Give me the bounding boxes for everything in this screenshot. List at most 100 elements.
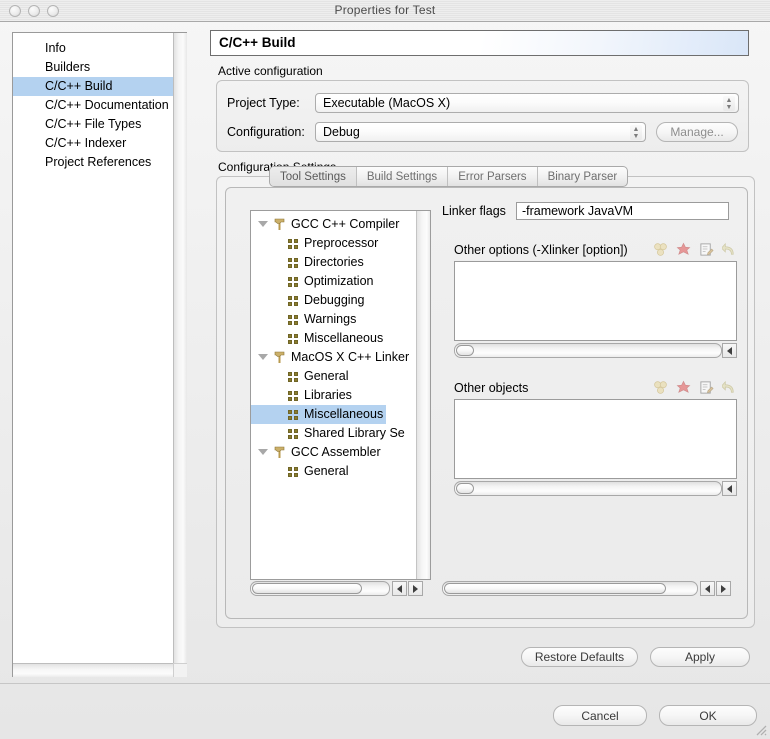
add-icon[interactable] — [653, 380, 668, 395]
add-icon[interactable] — [653, 242, 668, 257]
grid-icon — [288, 296, 299, 306]
sidebar-item-builders[interactable]: Builders — [13, 58, 173, 77]
tree-item-linker-miscellaneous[interactable]: Miscellaneous — [251, 405, 418, 424]
sidebar-item-cpp-build[interactable]: C/C++ Build — [13, 77, 173, 96]
other-objects-scroll-row — [454, 481, 737, 496]
triangle-right-icon — [413, 584, 418, 593]
sidebar-horizontal-scrollbar[interactable] — [13, 663, 174, 677]
tree-item-label: Preprocessor — [304, 236, 379, 250]
triangle-left-icon — [727, 484, 732, 493]
tab-build-settings[interactable]: Build Settings — [357, 167, 449, 186]
tree-item-label: General — [304, 464, 349, 478]
tree-item-gcc-assembler[interactable]: GCC Assembler — [251, 443, 418, 462]
panel-scroll-right-button[interactable] — [716, 581, 731, 596]
delete-icon[interactable] — [676, 242, 691, 257]
configuration-value: Debug — [323, 125, 360, 139]
tree-item-macosx-cpp-linker[interactable]: MacOS X C++ Linker — [251, 348, 418, 367]
tab-tool-settings[interactable]: Tool Settings — [270, 167, 357, 186]
other-options-hscroll-thumb[interactable] — [456, 345, 474, 356]
undo-icon[interactable] — [722, 380, 737, 395]
tree-item-optimization[interactable]: Optimization — [251, 272, 418, 291]
configuration-stepper-icon[interactable]: ▲ ▼ — [630, 125, 642, 140]
tree-item-linker-general[interactable]: General — [251, 367, 418, 386]
configuration-label: Configuration: — [227, 125, 305, 139]
linker-flags-row: Linker flags -framework JavaVM — [442, 202, 740, 220]
tree-item-debugging[interactable]: Debugging — [251, 291, 418, 310]
project-type-stepper-icon[interactable]: ▲ ▼ — [723, 96, 735, 111]
chevron-down-icon[interactable] — [258, 354, 268, 360]
linker-flags-input[interactable]: -framework JavaVM — [515, 202, 729, 220]
sidebar-item-cpp-indexer[interactable]: C/C++ Indexer — [13, 134, 173, 153]
tree-horizontal-scrollbar[interactable] — [250, 581, 390, 596]
tool-tree[interactable]: GCC C++ Compiler Preprocessor Directorie… — [250, 210, 431, 580]
tree-item-shared-library-settings[interactable]: Shared Library Se — [251, 424, 418, 443]
other-options-scroll-left-button[interactable] — [722, 343, 737, 358]
undo-icon[interactable] — [722, 242, 737, 257]
configuration-row: Configuration: Debug ▲ ▼ Manage... — [227, 122, 740, 142]
tree-item-directories[interactable]: Directories — [251, 253, 418, 272]
tool-settings-tab-panel: GCC C++ Compiler Preprocessor Directorie… — [225, 187, 748, 619]
project-type-label: Project Type: — [227, 96, 300, 110]
tree-hscroll-thumb[interactable] — [252, 583, 362, 594]
chevron-down-icon[interactable] — [258, 221, 268, 227]
tree-item-label: Debugging — [304, 293, 365, 307]
other-options-horizontal-scrollbar[interactable] — [454, 343, 722, 358]
triangle-left-icon — [727, 346, 732, 355]
tree-item-compiler-miscellaneous[interactable]: Miscellaneous — [251, 329, 418, 348]
manage-button[interactable]: Manage... — [656, 122, 738, 142]
panel-scroll-left-button[interactable] — [700, 581, 715, 596]
restore-defaults-button[interactable]: Restore Defaults — [521, 647, 638, 667]
tab-binary-parser[interactable]: Binary Parser — [538, 167, 628, 186]
grid-icon — [288, 258, 299, 268]
other-objects-horizontal-scrollbar[interactable] — [454, 481, 722, 496]
ok-button[interactable]: OK — [659, 705, 757, 726]
sidebar-item-project-references[interactable]: Project References — [13, 153, 173, 172]
hammer-icon — [274, 218, 285, 230]
grid-icon — [288, 410, 299, 420]
edit-icon[interactable] — [699, 380, 714, 395]
other-objects-label: Other objects — [454, 380, 529, 395]
other-objects-hscroll-thumb[interactable] — [456, 483, 474, 494]
properties-dialog-window: Properties for Test Info Builders C/C++ … — [0, 0, 770, 739]
other-objects-listbox[interactable] — [454, 399, 737, 479]
grid-icon — [288, 467, 299, 477]
panel-hscroll-thumb[interactable] — [444, 583, 666, 594]
chevron-down-icon[interactable] — [258, 449, 268, 455]
delete-icon[interactable] — [676, 380, 691, 395]
grid-icon — [288, 277, 299, 287]
sidebar-item-list[interactable]: Info Builders C/C++ Build C/C++ Document… — [13, 33, 173, 663]
tree-item-gcc-cpp-compiler[interactable]: GCC C++ Compiler — [251, 215, 418, 234]
edit-icon[interactable] — [699, 242, 714, 257]
apply-button[interactable]: Apply — [650, 647, 750, 667]
settings-page-pane: C/C++ Build Active configuration Project… — [210, 30, 758, 667]
other-options-label: Other options (-Xlinker [option]) — [454, 242, 628, 257]
tab-error-parsers[interactable]: Error Parsers — [448, 167, 538, 186]
tree-item-label: GCC Assembler — [291, 445, 381, 459]
project-type-select[interactable]: Executable (MacOS X) ▲ ▼ — [315, 93, 739, 113]
cancel-button[interactable]: Cancel — [553, 705, 647, 726]
tree-item-label: Warnings — [304, 312, 357, 326]
tree-vertical-scrollbar[interactable] — [416, 211, 430, 579]
other-options-listbox[interactable] — [454, 261, 737, 341]
configuration-select[interactable]: Debug ▲ ▼ — [315, 122, 646, 142]
sidebar-item-cpp-file-types[interactable]: C/C++ File Types — [13, 115, 173, 134]
tree-item-warnings[interactable]: Warnings — [251, 310, 418, 329]
other-objects-scroll-left-button[interactable] — [722, 481, 737, 496]
resize-grip[interactable] — [753, 722, 767, 736]
triangle-left-icon — [705, 584, 710, 593]
grid-icon — [288, 334, 299, 344]
panel-horizontal-scrollbar[interactable] — [442, 581, 698, 596]
sidebar-scrollbar-corner — [173, 663, 187, 677]
tree-scroll-left-button[interactable] — [392, 581, 407, 596]
sidebar-item-info[interactable]: Info — [13, 39, 173, 58]
tree-item-assembler-general[interactable]: General — [251, 462, 418, 481]
sidebar-vertical-scrollbar[interactable] — [173, 33, 187, 664]
other-options-header: Other options (-Xlinker [option]) — [442, 242, 740, 257]
tree-scroll-right-button[interactable] — [408, 581, 423, 596]
grid-icon — [288, 239, 299, 249]
tree-item-preprocessor[interactable]: Preprocessor — [251, 234, 418, 253]
project-type-row: Project Type: Executable (MacOS X) ▲ ▼ — [227, 93, 740, 113]
configuration-settings-group: Tool Settings Build Settings Error Parse… — [216, 166, 755, 628]
sidebar-item-cpp-documentation[interactable]: C/C++ Documentation — [13, 96, 173, 115]
tree-item-libraries[interactable]: Libraries — [251, 386, 418, 405]
